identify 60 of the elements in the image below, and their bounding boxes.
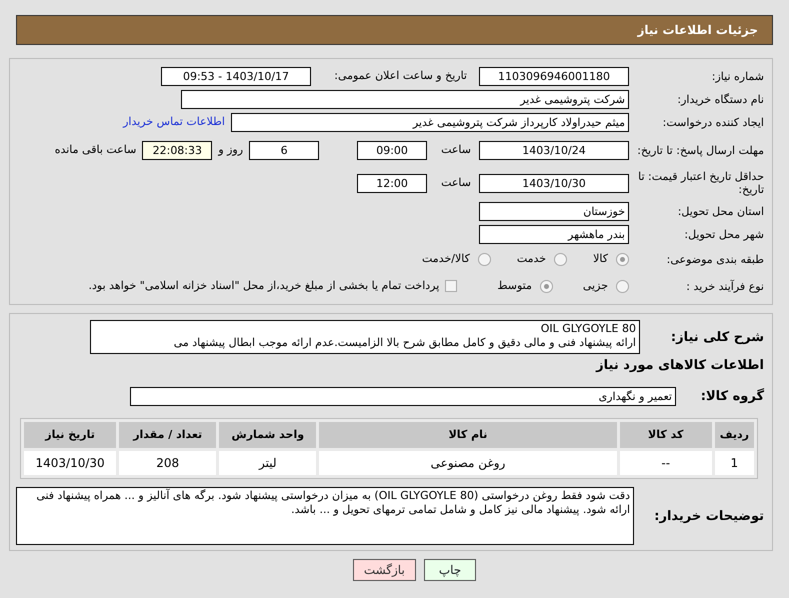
text-field[interactable]: 09:00 <box>357 140 428 160</box>
field-label: توضیحات خریدار: <box>653 510 764 522</box>
column-header: نام کالا <box>318 420 618 450</box>
field-label: استان محل تحویل: <box>676 204 764 218</box>
text-field[interactable]: میثم حیدراولاد کارپرداز شرکت پتروشیمی غدیر <box>231 112 629 132</box>
time-label: ساعت <box>441 174 471 191</box>
text-field[interactable]: 22:08:33 <box>142 140 212 160</box>
field-label: حداقل تاریخ اعتبار قیمت: تا تاریخ: <box>637 170 764 196</box>
field-label: شماره نیاز: <box>710 70 764 82</box>
field-label: طبقه بندی موضوعی: <box>666 252 764 266</box>
print-button[interactable]: چاپ <box>424 559 476 581</box>
notes-field[interactable]: دقت شود فقط روغن درخواستی (OIL GLYGOYLE 80) به میزان درخواستی پیشنهاد شود. برگه های آنالیز و ... همراه پیشنهاد فنی ارائه شود. پیشنهاد مالی نیز کامل و شامل تمامی ترمهای تحویل و ... باشد. <box>16 487 634 545</box>
radio-button[interactable] <box>554 252 568 266</box>
column-header: ردیف <box>713 420 756 450</box>
checkbox-label: پرداخت تمام یا بخشی از مبلغ خرید،از محل "اسناد خزانه اسلامی" خواهد بود. <box>88 278 440 294</box>
text-field[interactable]: 1103096946001180 <box>479 66 629 86</box>
column-header: تعداد / مقدار <box>118 420 218 450</box>
field-label: تاریخ و ساعت اعلان عمومی: <box>333 68 467 84</box>
radio-label: کالا <box>593 250 608 267</box>
field-label: مهلت ارسال پاسخ: تا تاریخ: <box>636 144 764 156</box>
section-title: اطلاعات کالاهای مورد نیاز <box>594 357 764 375</box>
column-header: کد کالا <box>618 420 714 450</box>
text-field[interactable]: 12:00 <box>357 174 428 192</box>
table-cell: 1403/10/30 <box>22 450 118 476</box>
text-field[interactable]: تعمیر و نگهداری <box>130 387 676 406</box>
text-field[interactable]: شرکت پتروشیمی غدیر <box>181 90 629 108</box>
text-field[interactable]: 1403/10/17 - 09:53 <box>161 66 311 86</box>
radio-button[interactable] <box>540 280 553 292</box>
text-field[interactable]: بندر ماهشهر <box>479 224 629 244</box>
text-field[interactable]: 1403/10/30 <box>479 174 629 192</box>
text-field[interactable]: خوزستان <box>479 202 629 220</box>
radio-button[interactable] <box>616 280 629 292</box>
table-cell: 208 <box>118 450 218 476</box>
field-label: نوع فرآیند خرید : <box>685 280 764 292</box>
remaining-label: ساعت باقی مانده <box>54 142 136 158</box>
column-header: تاریخ نیاز <box>22 420 118 450</box>
table-cell: -- <box>618 450 714 476</box>
radio-button[interactable] <box>616 252 629 266</box>
field-label: شرح کلی نیاز: <box>670 330 764 344</box>
days-label: روز و <box>218 142 244 158</box>
time-label: ساعت <box>441 142 471 158</box>
radio-label: جزیی <box>582 278 608 294</box>
radio-button[interactable] <box>478 252 491 266</box>
radio-label: خدمت <box>516 250 546 267</box>
checkbox[interactable] <box>445 280 458 292</box>
back-button[interactable]: بازگشت <box>352 559 416 581</box>
field-label: ایجاد کننده درخواست: <box>662 116 764 128</box>
text-field[interactable]: 1403/10/24 <box>479 140 629 160</box>
contact-link[interactable]: اطلاعات تماس خریدار <box>123 114 225 130</box>
field-label: گروه کالا: <box>700 390 764 403</box>
table-cell: روغن مصنوعی <box>318 450 618 476</box>
radio-label: کالا/خدمت <box>422 250 470 267</box>
table-cell: 1 <box>713 450 756 476</box>
table-cell: لیتر <box>218 450 318 476</box>
field-label: شهر محل تحویل: <box>683 228 764 240</box>
column-header: واحد شمارش <box>218 420 318 450</box>
field-label: نام دستگاه خریدار: <box>676 92 764 106</box>
radio-label: متوسط <box>497 278 532 294</box>
text-field[interactable]: 6 <box>249 140 320 160</box>
page-title: جزئیات اطلاعات نیاز <box>637 22 758 39</box>
